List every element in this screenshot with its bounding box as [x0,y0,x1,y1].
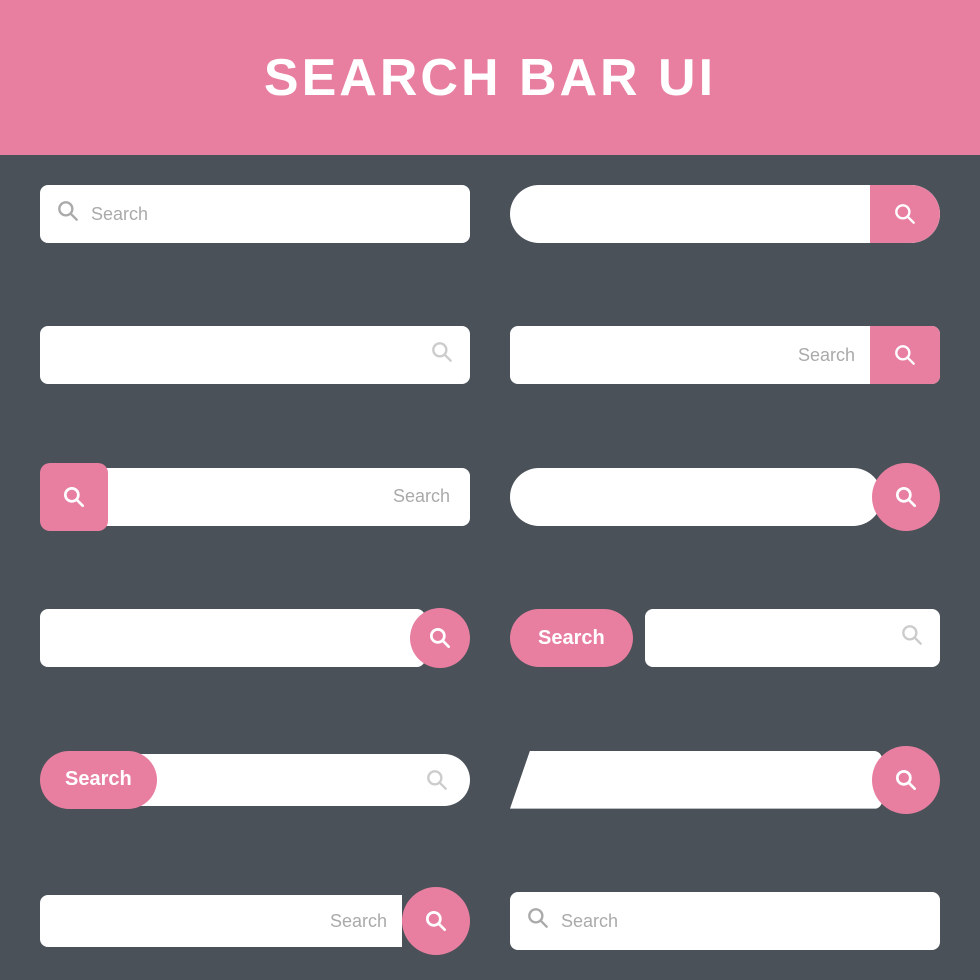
header: SEARCH BAR UI [0,0,980,155]
search-label-5a: Search [65,768,132,791]
search-placeholder-6b: Search [561,911,618,932]
search-input-6a[interactable]: Search [40,895,402,947]
search-bar-4c[interactable] [645,609,940,667]
search-input-5b[interactable] [510,751,882,809]
search-bar-1a[interactable]: Search [40,185,470,243]
search-bar-2b[interactable]: Search [510,326,940,384]
search-input-5a[interactable] [137,754,470,806]
search-button-3a[interactable] [40,463,108,531]
search-placeholder-2b: Search [798,345,855,366]
search-bar-3a[interactable]: Search [40,468,470,526]
search-placeholder-3a: Search [393,486,450,507]
search-placeholder-6a: Search [330,911,387,932]
search-input-3a[interactable]: Search [104,468,470,526]
main-content: Search Search [0,155,980,980]
search-input-area[interactable] [510,185,870,243]
search-label-4b: Search [538,627,605,650]
search-input-2b[interactable]: Search [510,345,870,366]
search-bar-2a[interactable] [40,326,470,384]
search-button-4a[interactable] [410,608,470,668]
search-button-6a[interactable] [402,887,470,955]
search-label-button-5a[interactable]: Search [40,751,157,809]
search-button-5b[interactable] [872,746,940,814]
search-bar-5a[interactable]: Search [40,751,470,809]
search-bar-3b[interactable] [510,468,940,526]
search-icon-6b [525,905,551,937]
search-bar-4b[interactable]: Search [510,609,940,667]
search-button-2b[interactable] [870,326,940,384]
page-title: SEARCH BAR UI [264,48,716,108]
search-icon-4c [899,622,925,654]
search-input-3b[interactable] [510,468,882,526]
search-placeholder: Search [91,204,148,225]
search-bar-6a[interactable]: Search [40,892,470,950]
search-bar-5b[interactable] [510,751,940,809]
search-button-1b[interactable] [870,185,940,243]
search-input-4a[interactable] [40,609,425,667]
search-bar-6b[interactable]: Search [510,892,940,950]
search-button-3b[interactable] [872,463,940,531]
search-bar-1b[interactable] [510,185,940,243]
search-icon [55,198,81,230]
search-bar-4a[interactable] [40,609,470,667]
search-icon-right [429,339,455,371]
search-button-4b[interactable]: Search [510,609,633,667]
